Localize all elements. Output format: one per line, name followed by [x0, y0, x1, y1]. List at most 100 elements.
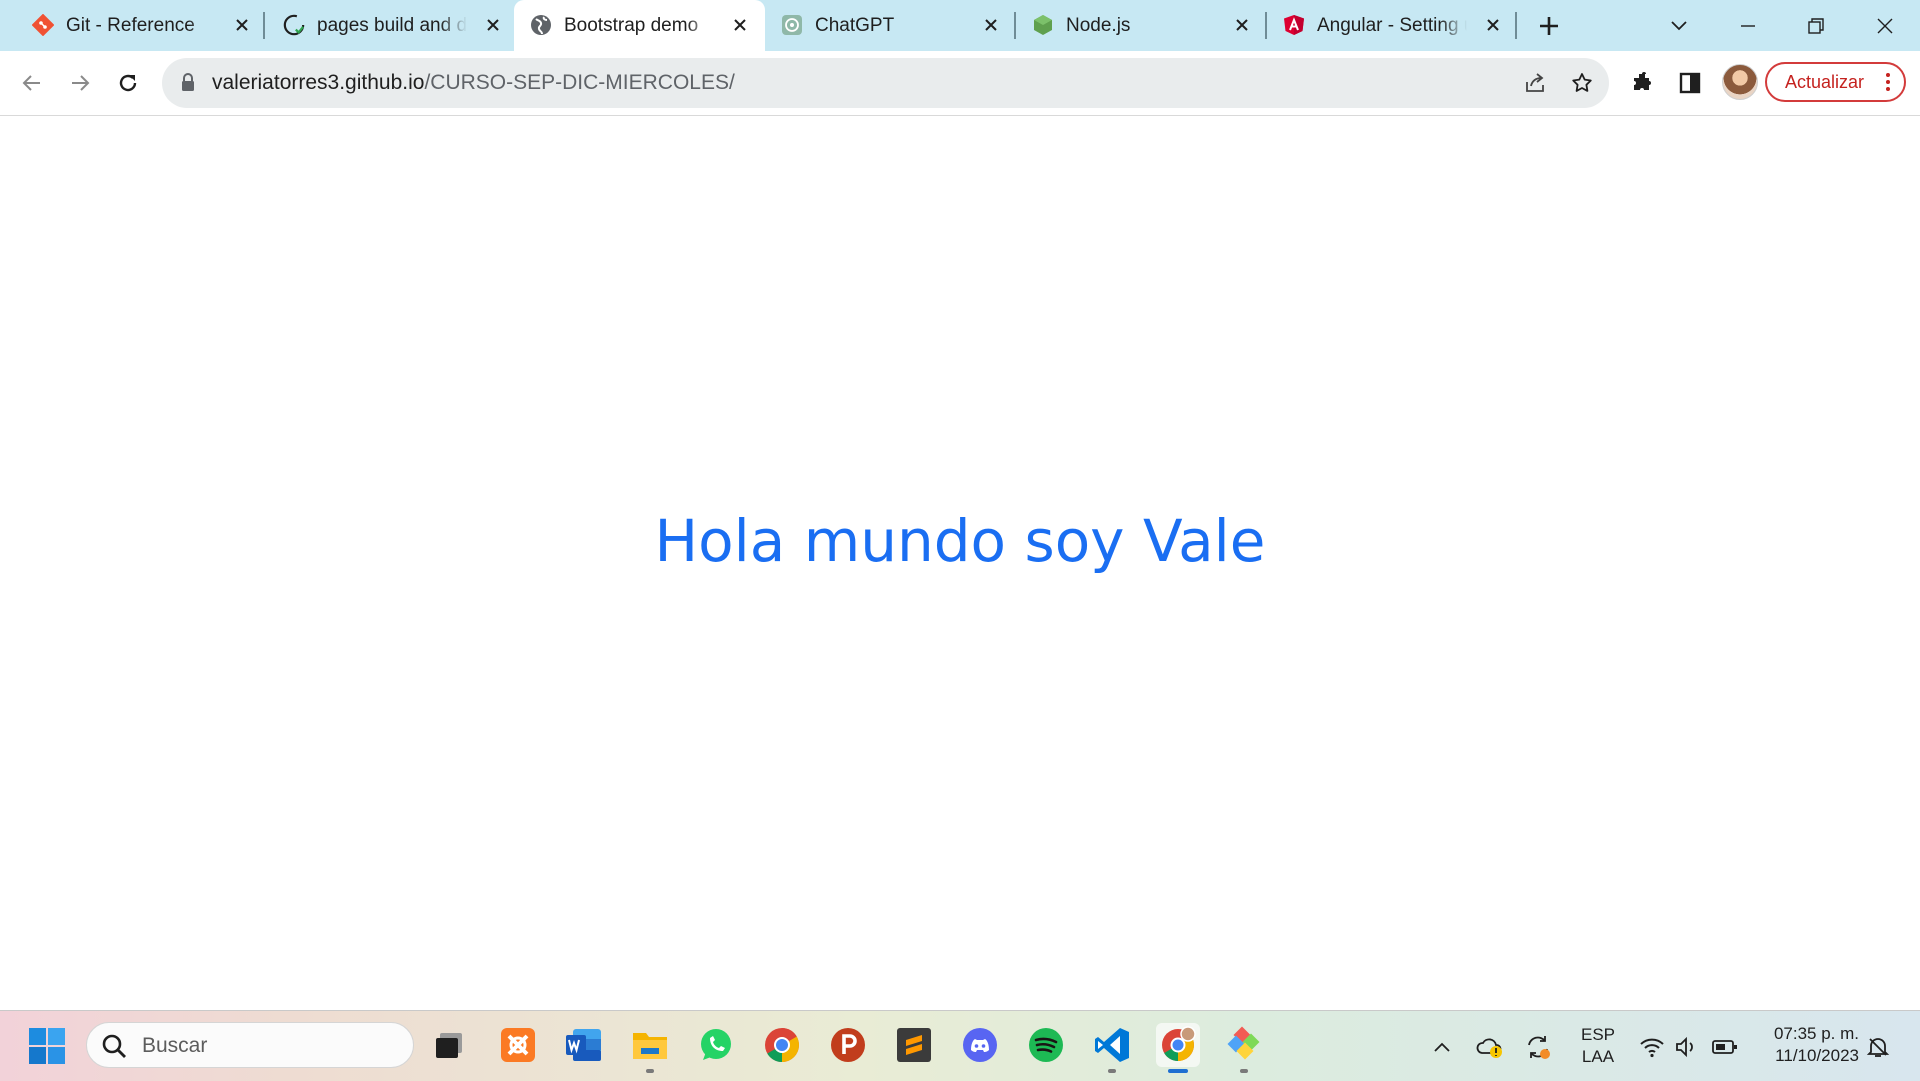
close-icon[interactable]: [727, 12, 753, 38]
tab-separator: [1515, 12, 1517, 39]
tab-pages-build[interactable]: pages build and deployment: [267, 0, 518, 51]
xampp-icon[interactable]: [496, 1023, 540, 1067]
close-icon[interactable]: [978, 12, 1004, 38]
search-placeholder: Buscar: [142, 1034, 208, 1057]
git-kraken-icon[interactable]: [1222, 1023, 1266, 1073]
restore-button[interactable]: [1798, 8, 1834, 44]
url-host: valeriatorres3.github.io: [212, 71, 425, 94]
show-hidden-icons-button[interactable]: [1428, 1033, 1456, 1061]
chevron-down-icon: [1671, 21, 1687, 31]
page-heading: Hola mundo soy Vale: [654, 507, 1266, 575]
running-indicator: [1108, 1069, 1116, 1073]
browser-toolbar: valeriatorres3.github.io/CURSO-SEP-DIC-M…: [0, 51, 1920, 116]
tab-nodejs[interactable]: Node.js: [1016, 0, 1267, 51]
update-button[interactable]: Actualizar: [1765, 62, 1906, 102]
star-icon: [1572, 73, 1592, 92]
tab-git-reference[interactable]: Git - Reference: [16, 0, 267, 51]
discord-icon[interactable]: [958, 1023, 1002, 1067]
sublime-text-icon[interactable]: [892, 1023, 936, 1067]
tab-title: Node.js: [1066, 15, 1131, 36]
active-indicator: [1168, 1069, 1188, 1073]
wifi-icon[interactable]: [1638, 1033, 1666, 1061]
running-indicator: [1240, 1069, 1248, 1073]
battery-icon[interactable]: [1711, 1033, 1739, 1061]
minimize-icon: [1741, 25, 1755, 27]
side-panel-button[interactable]: [1672, 65, 1708, 101]
angular-icon: [1283, 14, 1305, 36]
share-button[interactable]: [1517, 65, 1553, 101]
nodejs-icon: [1032, 14, 1054, 36]
reload-button[interactable]: [110, 65, 146, 101]
clock-time: 07:35 p. m.: [1773, 1024, 1859, 1043]
puzzle-icon: [1634, 72, 1651, 90]
tab-title: Git - Reference: [66, 15, 195, 36]
tab-search-button[interactable]: [1661, 8, 1697, 44]
clock-date: 11/10/2023: [1775, 1046, 1859, 1065]
taskbar: Buscar ESP LAA 07:35 p. m. 11/10/2023: [0, 1010, 1920, 1081]
minimize-button[interactable]: [1730, 8, 1766, 44]
volume-icon[interactable]: [1672, 1033, 1700, 1061]
close-icon[interactable]: [480, 12, 506, 38]
windows-start-button[interactable]: [28, 1027, 66, 1065]
close-icon[interactable]: [229, 12, 255, 38]
chrome-profile-icon[interactable]: [1156, 1023, 1200, 1073]
github-icon: [283, 14, 305, 36]
task-view-icon[interactable]: [428, 1023, 472, 1067]
keyboard-layout: LAA: [1581, 1047, 1615, 1066]
globe-icon: [530, 14, 552, 36]
file-explorer-icon[interactable]: [628, 1023, 672, 1073]
chatgpt-icon: [781, 14, 803, 36]
onedrive-warning-icon[interactable]: [1476, 1033, 1504, 1061]
profile-avatar[interactable]: [1722, 64, 1758, 100]
extensions-button[interactable]: [1624, 65, 1660, 101]
git-icon: [32, 14, 54, 36]
tab-angular[interactable]: Angular - Setting up the local environme…: [1267, 0, 1518, 51]
new-tab-button[interactable]: [1531, 8, 1567, 44]
tab-title: pages build and deployment: [317, 15, 467, 36]
side-panel-icon: [1679, 72, 1701, 94]
arrow-right-icon: [72, 75, 90, 91]
chevron-up-icon: [1434, 1042, 1450, 1052]
running-indicator: [646, 1069, 654, 1073]
arrow-left-icon: [22, 75, 40, 91]
notifications-icon[interactable]: [1864, 1033, 1892, 1061]
tab-chatgpt[interactable]: ChatGPT: [765, 0, 1016, 51]
page-viewport: Hola mundo soy Vale: [0, 116, 1920, 1010]
system-clock[interactable]: 07:35 p. m. 11/10/2023: [1755, 1023, 1859, 1067]
tab-bootstrap-demo[interactable]: Bootstrap demo: [514, 0, 765, 51]
vscode-icon[interactable]: [1090, 1023, 1134, 1073]
chrome-icon[interactable]: [760, 1023, 804, 1067]
plus-icon: [1540, 17, 1558, 35]
word-icon[interactable]: [562, 1023, 606, 1067]
bookmark-button[interactable]: [1564, 65, 1600, 101]
language-code: ESP: [1580, 1025, 1616, 1044]
close-window-button[interactable]: [1867, 8, 1903, 44]
sync-icon[interactable]: [1524, 1033, 1552, 1061]
url-text[interactable]: valeriatorres3.github.io/CURSO-SEP-DIC-M…: [212, 70, 735, 96]
more-vert-icon: [1886, 73, 1890, 91]
close-icon[interactable]: [1229, 12, 1255, 38]
tab-strip: Git - Reference pages build and deployme…: [0, 0, 1920, 51]
lock-icon[interactable]: [180, 72, 200, 94]
back-button[interactable]: [14, 65, 50, 101]
search-icon: [102, 1034, 126, 1058]
tab-title: Angular - Setting up the local environme…: [1317, 15, 1467, 36]
whatsapp-icon[interactable]: [694, 1023, 738, 1067]
forward-button[interactable]: [62, 65, 98, 101]
spotify-icon[interactable]: [1024, 1023, 1068, 1067]
language-indicator[interactable]: ESP LAA: [1578, 1024, 1618, 1068]
reload-icon: [119, 74, 137, 92]
tab-title: ChatGPT: [815, 15, 895, 36]
share-icon: [1526, 73, 1544, 92]
update-label: Actualizar: [1785, 72, 1865, 92]
close-icon: [1877, 18, 1893, 34]
tab-separator: [263, 12, 265, 39]
tab-title: Bootstrap demo: [564, 15, 699, 36]
address-bar[interactable]: valeriatorres3.github.io/CURSO-SEP-DIC-M…: [162, 58, 1609, 108]
postman-icon[interactable]: [826, 1023, 870, 1067]
close-icon[interactable]: [1480, 12, 1506, 38]
restore-icon: [1808, 18, 1824, 34]
windows-icon: [29, 1028, 65, 1064]
url-path: /CURSO-SEP-DIC-MIERCOLES/: [424, 71, 735, 94]
taskbar-search[interactable]: Buscar: [86, 1022, 414, 1068]
